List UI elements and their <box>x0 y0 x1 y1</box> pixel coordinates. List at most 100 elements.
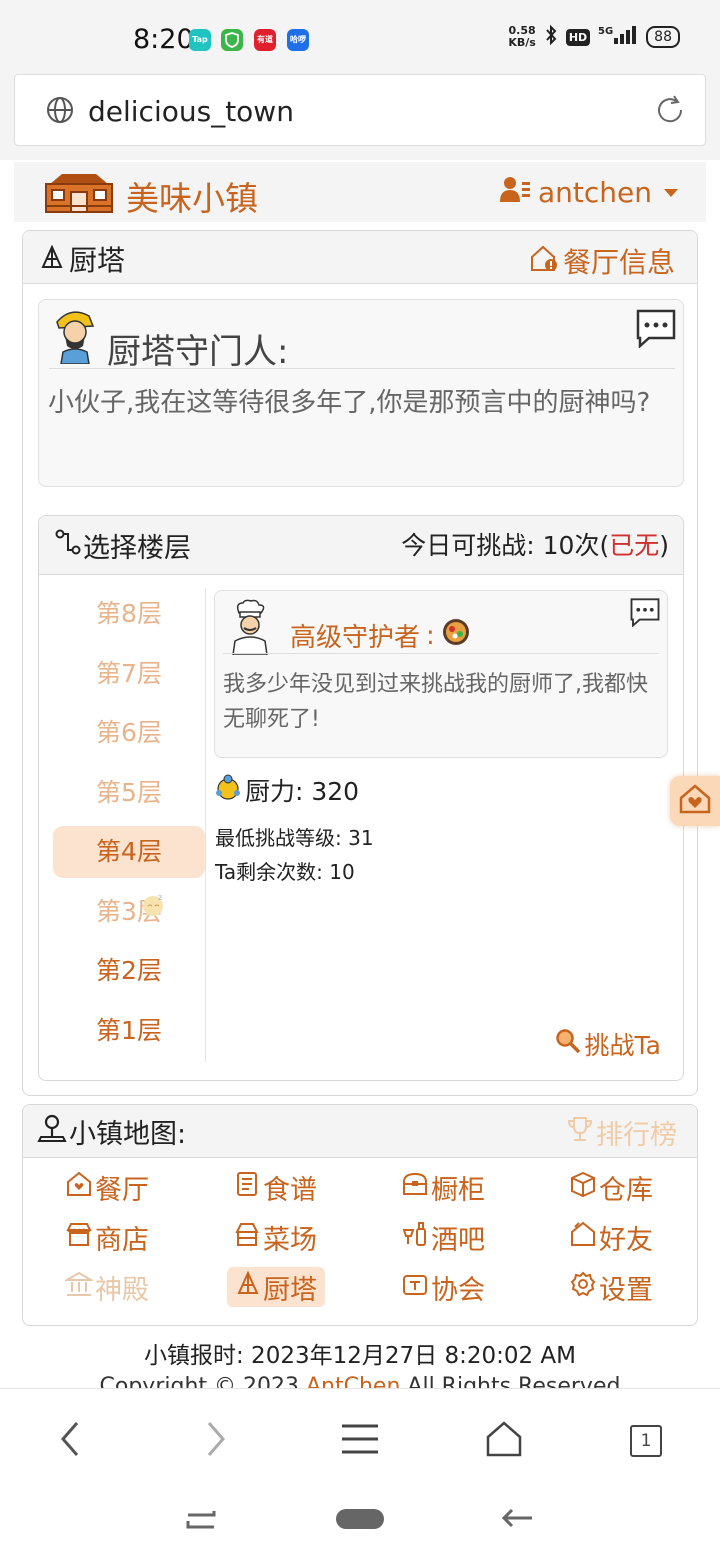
bar-icon <box>401 1220 429 1255</box>
map-item-friends[interactable]: 好友 <box>569 1217 653 1257</box>
tab-count: 1 <box>630 1425 662 1457</box>
tower-icon <box>235 1270 261 1304</box>
chef-avatar <box>231 599 269 659</box>
restaurant-info-link[interactable]: 餐厅信息 <box>529 241 675 281</box>
tower-title: 厨塔 <box>39 239 125 279</box>
tabs-button[interactable]: 1 <box>616 1411 676 1471</box>
town-map-card: 小镇地图: 排行榜 餐厅 食谱 橱柜 仓库 商店 菜场 酒吧 好友 神殿 厨塔 … <box>22 1104 698 1326</box>
hellobike-app-icon: 哈啰 <box>287 29 309 51</box>
map-item-shop[interactable]: 商店 <box>65 1217 149 1257</box>
map-item-temple[interactable]: 神殿 <box>63 1267 149 1307</box>
search-challenge-icon <box>555 1028 581 1060</box>
gatekeeper-avatar <box>51 306 97 368</box>
min-level-stat: 最低挑战等级: 31 <box>215 826 374 850</box>
town-map-header: 小镇地图: 排行榜 <box>23 1105 697 1158</box>
bluetooth-icon <box>544 24 558 50</box>
chevron-right-icon <box>201 1419 231 1463</box>
floor-list: 第8层 第7层 第6层 第5层 第4层 第3层 z 第2层 第1层 <box>53 588 205 1064</box>
security-app-icon <box>221 29 243 51</box>
page-footer: 小镇报时: 2023年12月27日 8:20:02 AM Copyright ©… <box>14 1328 706 1388</box>
challenge-button[interactable]: 挑战Ta <box>555 1026 661 1062</box>
vertical-divider <box>205 588 206 1062</box>
floor-item-3[interactable]: 第3层 z <box>53 886 205 938</box>
map-item-recipe[interactable]: 食谱 <box>233 1167 317 1207</box>
chat-icon[interactable] <box>635 308 677 352</box>
brand-name[interactable]: 美味小镇 <box>126 172 258 220</box>
remaining-stat: Ta剩余次数: 10 <box>215 860 355 884</box>
food-bowl-icon <box>441 617 471 654</box>
net-speed: 0.58 KB/s <box>508 24 536 49</box>
globe-icon <box>45 95 75 129</box>
map-item-market[interactable]: 菜场 <box>233 1217 317 1257</box>
brand-logo-icon[interactable] <box>42 170 116 218</box>
floor-item-4[interactable]: 第4层 <box>53 826 205 878</box>
browser-bottom-bar: 1 <box>0 1388 720 1561</box>
map-pin-icon <box>37 1113 67 1150</box>
map-item-restaurant[interactable]: 餐厅 <box>65 1167 149 1207</box>
floating-home-button[interactable] <box>670 776 720 826</box>
power-stat: 厨力: 320 <box>215 772 359 808</box>
tower-icon <box>39 243 65 276</box>
guardian-message: 我多少年没见到过来挑战我的厨师了,我都快无聊死了! <box>223 672 648 732</box>
copyright: Copyright © 2023 AntChen All Rights Rese… <box>14 1374 706 1388</box>
back-button[interactable] <box>40 1411 100 1471</box>
chevron-left-icon <box>55 1419 85 1463</box>
home-info-icon <box>529 244 559 279</box>
friends-icon <box>569 1220 597 1255</box>
floor-item-1[interactable]: 第1层 <box>53 1005 205 1057</box>
floor-item-5[interactable]: 第5层 <box>53 767 205 819</box>
map-item-bar[interactable]: 酒吧 <box>401 1217 485 1257</box>
floor-select-card: 选择楼层 今日可挑战: 10次(已无) 第8层 第7层 第6层 第5层 第4层 … <box>38 515 684 1081</box>
map-item-tower[interactable]: 厨塔 <box>227 1267 325 1307</box>
tower-card: 厨塔 餐厅信息 厨塔守门人: 小伙子,我在这等待很多年了,你是那预言中的厨神吗?… <box>22 230 698 1096</box>
url-text[interactable]: delicious_town <box>88 95 294 128</box>
user-menu-button[interactable]: antchen <box>500 176 678 209</box>
floor-select-header: 选择楼层 今日可挑战: 10次(已无) <box>39 516 683 575</box>
map-item-settings[interactable]: 设置 <box>569 1267 653 1307</box>
floor-item-2[interactable]: 第2层 <box>53 945 205 997</box>
home-heart-icon <box>678 783 712 819</box>
recent-apps-gesture-icon[interactable] <box>186 1505 216 1535</box>
tap-app-icon: Tap <box>189 29 211 51</box>
guardian-name: 高级守护者 : <box>290 617 471 654</box>
floor-item-6[interactable]: 第6层 <box>53 707 205 759</box>
address-bar[interactable]: delicious_town <box>14 74 706 146</box>
floor-item-7[interactable]: 第7层 <box>53 648 205 700</box>
status-right: 0.58 KB/s HD 5G 88 <box>508 24 680 50</box>
shop-icon <box>65 1220 93 1255</box>
menu-button[interactable] <box>330 1411 390 1471</box>
map-item-association[interactable]: 协会 <box>401 1267 485 1307</box>
chat-icon[interactable] <box>629 597 661 631</box>
status-time: 8:20 <box>133 24 194 55</box>
map-item-warehouse[interactable]: 仓库 <box>569 1167 653 1207</box>
battery-indicator: 88 <box>646 26 680 48</box>
forward-button[interactable] <box>186 1411 246 1471</box>
home-icon <box>486 1421 522 1461</box>
chevron-down-icon <box>664 188 678 197</box>
user-icon <box>500 176 530 209</box>
reload-icon[interactable] <box>653 93 687 131</box>
home-button[interactable] <box>474 1411 534 1471</box>
cabinet-icon <box>401 1170 429 1205</box>
author-link[interactable]: AntChen <box>306 1374 400 1388</box>
divider <box>223 653 659 654</box>
top-navbar: 美味小镇 antchen <box>14 162 706 222</box>
trophy-icon <box>566 1115 594 1150</box>
recipe-icon <box>233 1170 261 1205</box>
home-gesture-pill[interactable] <box>336 1509 384 1533</box>
today-status: 已无 <box>609 531 660 560</box>
market-icon <box>233 1220 261 1255</box>
gatekeeper-message: 小伙子,我在这等待很多年了,你是那预言中的厨神吗? <box>48 388 651 418</box>
youdao-app-icon: 有道 <box>254 29 276 51</box>
signal-5g-icon: 5G <box>598 24 638 50</box>
tower-card-header: 厨塔 餐厅信息 <box>23 231 697 284</box>
gatekeeper-dialog: 厨塔守门人: 小伙子,我在这等待很多年了,你是那预言中的厨神吗? <box>38 299 684 487</box>
ranking-link[interactable]: 排行榜 <box>566 1113 677 1152</box>
floor-select-title: 选择楼层 <box>55 526 191 565</box>
route-icon <box>55 529 81 562</box>
back-gesture-icon[interactable] <box>500 1505 534 1535</box>
map-item-cabinet[interactable]: 橱柜 <box>401 1167 485 1207</box>
association-icon <box>401 1270 429 1305</box>
floor-item-8[interactable]: 第8层 <box>53 588 205 640</box>
gatekeeper-name: 厨塔守门人: <box>107 332 289 372</box>
